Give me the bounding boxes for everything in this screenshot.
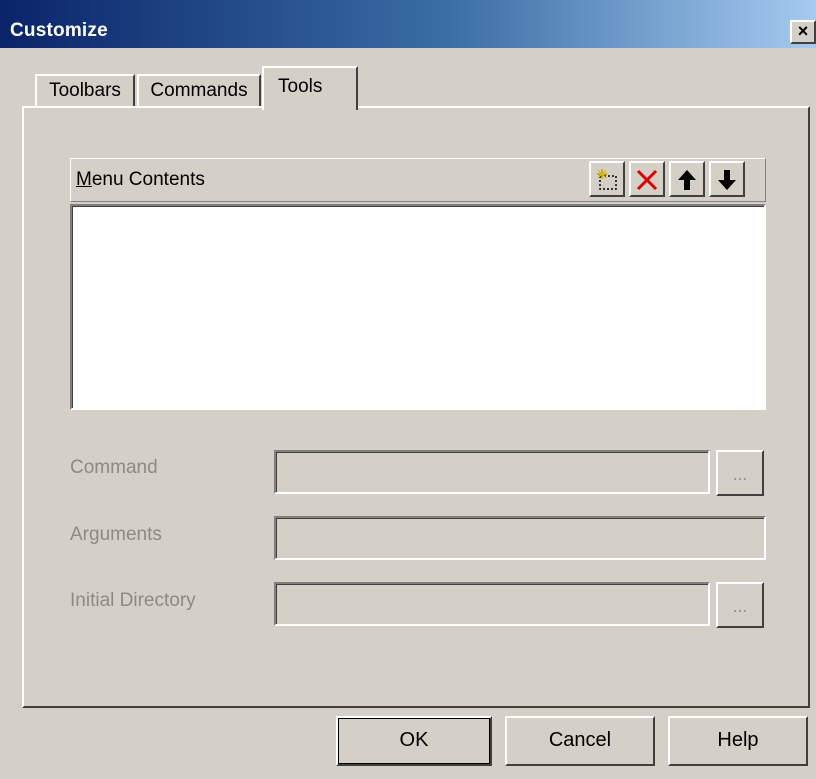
menu-contents-list[interactable]	[70, 204, 766, 410]
initial-directory-browse-button[interactable]: ...	[716, 582, 764, 628]
move-down-icon	[718, 170, 736, 190]
command-label: Command	[70, 457, 158, 478]
move-up-button[interactable]	[669, 161, 705, 197]
arguments-label: Arguments	[70, 524, 162, 545]
command-field[interactable]	[274, 450, 710, 494]
delete-button[interactable]	[629, 161, 665, 197]
tab-tools[interactable]: Tools	[262, 66, 358, 110]
arguments-field[interactable]	[274, 516, 766, 560]
tab-commands[interactable]: Commands	[137, 74, 261, 108]
close-icon[interactable]: ×	[790, 20, 816, 44]
menu-contents-label: Menu Contents	[76, 169, 205, 191]
move-down-button[interactable]	[709, 161, 745, 197]
customize-dialog: Customize × Toolbars Commands Tools Menu…	[0, 0, 816, 779]
command-browse-button[interactable]: ...	[716, 450, 764, 496]
new-item-icon	[597, 169, 617, 190]
title-bar[interactable]: Customize ×	[0, 0, 816, 48]
menu-contents-header: Menu Contents	[70, 158, 766, 202]
window-title: Customize	[10, 20, 108, 41]
cancel-button[interactable]: Cancel	[505, 716, 655, 766]
tab-toolbars[interactable]: Toolbars	[35, 74, 135, 108]
initial-directory-label: Initial Directory	[70, 590, 196, 611]
ok-button[interactable]: OK	[336, 716, 492, 766]
initial-directory-field[interactable]	[274, 582, 710, 626]
move-up-icon	[678, 170, 696, 190]
menu-contents-mnemonic: M	[76, 169, 92, 190]
new-item-button[interactable]	[589, 161, 625, 197]
help-button[interactable]: Help	[668, 716, 808, 766]
delete-icon	[636, 169, 658, 191]
menu-contents-label-rest: enu Contents	[91, 169, 205, 190]
